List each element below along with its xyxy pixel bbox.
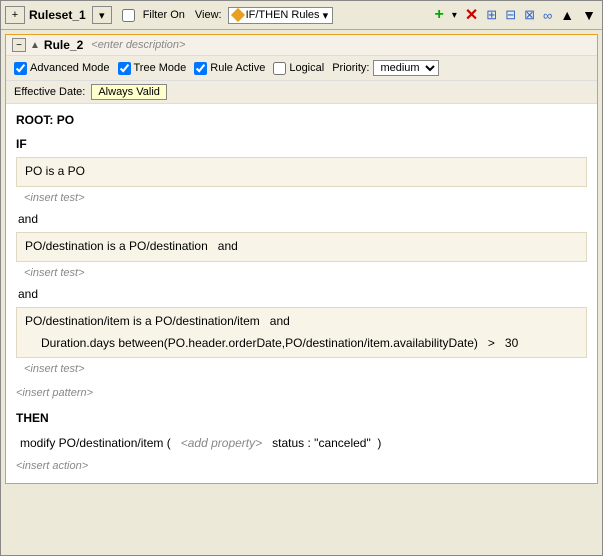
- logical-label: Logical: [289, 62, 324, 74]
- up-button[interactable]: ▲: [558, 6, 576, 24]
- ruleset-chevron-button[interactable]: ▾: [92, 6, 112, 24]
- insert-test-2[interactable]: <insert test>: [16, 264, 587, 284]
- condition-2-text: PO/destination is a PO/destination and: [25, 239, 238, 253]
- link-icon: ∞: [543, 8, 552, 23]
- add-ruleset-button[interactable]: +: [5, 6, 25, 24]
- rule-active-group: Rule Active: [194, 62, 265, 75]
- priority-label: Priority:: [332, 62, 369, 74]
- link-button[interactable]: ∞: [541, 7, 554, 24]
- small-chevron-icon: ▾: [452, 10, 457, 21]
- tree-mode-group: Tree Mode: [118, 62, 187, 75]
- ruleset-name: Ruleset_1: [29, 8, 86, 22]
- rule-active-checkbox[interactable]: [194, 62, 207, 75]
- add-rule-button[interactable]: +: [433, 5, 446, 25]
- down-icon: ▼: [582, 7, 596, 23]
- paste-icon: ⊟: [505, 7, 516, 23]
- insert-test-1[interactable]: <insert test>: [16, 189, 587, 209]
- tree-mode-label: Tree Mode: [134, 62, 187, 74]
- collapse-button[interactable]: −: [12, 38, 26, 52]
- action-modify-line: modify PO/destination/item ( <add proper…: [16, 433, 587, 455]
- chevron-down-icon: ▾: [99, 9, 105, 22]
- rule-expand-icon: ▲: [30, 40, 40, 51]
- rule-description: <enter description>: [91, 39, 185, 51]
- rule-name: Rule_2: [44, 38, 83, 52]
- paste-special-button[interactable]: ⊠: [522, 6, 537, 24]
- rule-if-keyword: IF: [16, 134, 587, 156]
- tree-mode-checkbox[interactable]: [118, 62, 131, 75]
- condition-block-2: PO/destination is a PO/destination and: [16, 232, 587, 262]
- insert-pattern[interactable]: <insert pattern>: [16, 384, 587, 404]
- advanced-mode-group: Advanced Mode: [14, 62, 110, 75]
- view-dropdown[interactable]: IF/THEN Rules ▾: [228, 7, 334, 24]
- add-property-text[interactable]: <add property>: [181, 436, 262, 450]
- rule-body: ROOT: PO IF PO is a PO <insert test> and…: [6, 104, 597, 483]
- root-value: PO: [57, 113, 74, 127]
- main-content: − ▲ Rule_2 <enter description> Advanced …: [1, 30, 602, 555]
- rule-root-line: ROOT: PO: [16, 110, 587, 132]
- paste-button[interactable]: ⊟: [503, 6, 518, 24]
- copy-icon: ⊞: [486, 7, 497, 23]
- filter-on-label: Filter On: [143, 9, 185, 21]
- logical-group: Logical: [273, 62, 324, 75]
- insert-test-3[interactable]: <insert test>: [16, 360, 587, 380]
- and-connector-2: and: [16, 284, 587, 306]
- up-icon: ▲: [560, 7, 574, 23]
- condition-block-3: PO/destination/item is a PO/destination/…: [16, 307, 587, 358]
- action-block: modify PO/destination/item ( <add proper…: [16, 430, 587, 458]
- effective-date-label: Effective Date:: [14, 86, 85, 98]
- priority-group: Priority: low medium high: [332, 60, 439, 76]
- advanced-mode-checkbox[interactable]: [14, 62, 27, 75]
- logical-checkbox[interactable]: [273, 62, 286, 75]
- insert-action[interactable]: <insert action>: [16, 457, 587, 477]
- rule-active-label: Rule Active: [210, 62, 265, 74]
- rule-then-keyword: THEN: [16, 408, 587, 430]
- rule-header: − ▲ Rule_2 <enter description>: [6, 35, 597, 56]
- main-window: + Ruleset_1 ▾ Filter On View: IF/THEN Ru…: [0, 0, 603, 556]
- condition-block-1: PO is a PO: [16, 157, 587, 187]
- add-dropdown-button[interactable]: ▾: [450, 9, 459, 22]
- always-valid-button[interactable]: Always Valid: [91, 84, 167, 100]
- priority-select[interactable]: low medium high: [373, 60, 439, 76]
- duration-condition-text: Duration.days between(PO.header.orderDat…: [25, 333, 578, 355]
- advanced-mode-label: Advanced Mode: [30, 62, 110, 74]
- rule-options: Advanced Mode Tree Mode Rule Active Logi…: [6, 56, 597, 81]
- delete-button[interactable]: ✕: [463, 4, 480, 26]
- rule-panel: − ▲ Rule_2 <enter description> Advanced …: [5, 34, 598, 484]
- and-connector-1: and: [16, 209, 587, 231]
- condition-3-text: PO/destination/item is a PO/destination/…: [25, 311, 578, 333]
- view-option-text: IF/THEN Rules: [246, 9, 320, 21]
- root-keyword: ROOT:: [16, 113, 53, 127]
- condition-1-text: PO is a PO: [25, 164, 85, 178]
- down-button[interactable]: ▼: [580, 6, 598, 24]
- action-status-text: status : "canceled" ): [266, 436, 382, 450]
- diamond-icon: [231, 8, 245, 22]
- delete-icon: ✕: [465, 5, 478, 25]
- top-toolbar: + Ruleset_1 ▾ Filter On View: IF/THEN Ru…: [1, 1, 602, 30]
- effective-date-row: Effective Date: Always Valid: [6, 81, 597, 104]
- paste-special-icon: ⊠: [524, 7, 535, 23]
- dropdown-chevron-icon: ▾: [323, 9, 329, 22]
- plus-icon: +: [435, 6, 444, 24]
- filter-on-checkbox[interactable]: [122, 9, 135, 22]
- view-label: View:: [195, 9, 222, 21]
- copy-button[interactable]: ⊞: [484, 6, 499, 24]
- action-modify-text: modify PO/destination/item (: [20, 436, 177, 450]
